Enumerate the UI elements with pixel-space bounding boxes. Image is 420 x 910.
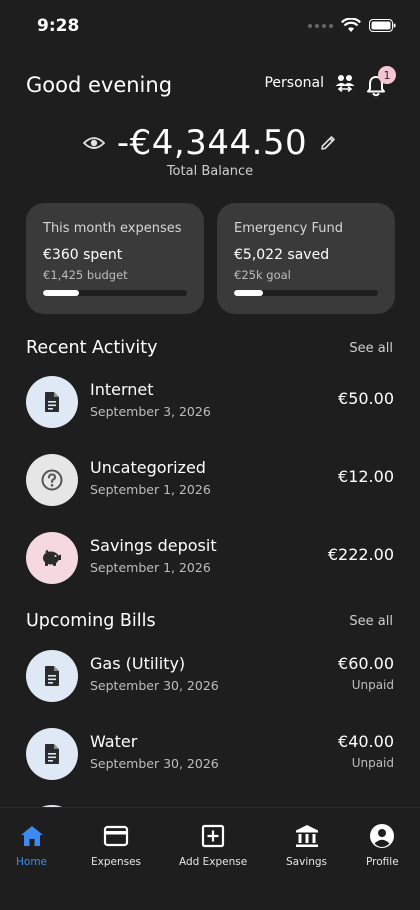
nav-label: Add Expense — [179, 856, 248, 868]
card-subtitle: €1,425 budget — [43, 268, 128, 282]
status-icons — [308, 18, 396, 33]
activity-row-internet[interactable]: Internet September 3, 2026 €50.00 — [0, 372, 420, 432]
workspace-label: Personal — [264, 75, 324, 91]
home-icon — [20, 826, 43, 846]
credit-card-icon — [103, 825, 129, 847]
nav-label: Expenses — [91, 856, 142, 868]
status-bar: 9:28 — [0, 0, 420, 54]
status-time: 9:28 — [37, 16, 80, 36]
expenses-card[interactable]: This month expenses €360 spent €1,425 bu… — [26, 203, 204, 314]
cellular-signal-icon — [308, 23, 333, 28]
card-title: Emergency Fund — [234, 221, 343, 236]
switch-account-icon — [335, 75, 355, 92]
row-amount: €222.00 — [327, 545, 394, 564]
question-icon — [41, 469, 63, 491]
bills-see-all-link[interactable]: See all — [349, 614, 393, 629]
notification-badge: 1 — [378, 66, 396, 84]
add-box-icon — [202, 824, 225, 848]
category-icon-wrap — [26, 376, 78, 428]
nav-profile[interactable]: Profile — [366, 822, 399, 868]
row-amount: €12.00 — [338, 467, 394, 486]
bill-status: Unpaid — [351, 678, 394, 692]
activity-row-savings-deposit[interactable]: Savings deposit September 1, 2026 €222.0… — [0, 528, 420, 588]
row-title: Internet — [90, 380, 154, 399]
card-value: €360 spent — [43, 247, 123, 263]
activity-row-uncategorized[interactable]: Uncategorized September 1, 2026 €12.00 — [0, 450, 420, 510]
progress-fill — [43, 290, 79, 296]
card-subtitle: €25k goal — [234, 268, 291, 282]
account-icon — [370, 824, 395, 848]
row-title: Gas (Utility) — [90, 654, 186, 673]
category-icon-wrap — [26, 728, 78, 780]
row-date: September 1, 2026 — [90, 560, 211, 575]
document-icon — [45, 392, 59, 412]
total-balance-amount: -€4,344.50 — [116, 123, 308, 163]
progress-bar — [234, 290, 378, 296]
nav-expenses[interactable]: Expenses — [91, 822, 141, 868]
greeting: Good evening — [26, 73, 173, 97]
document-icon — [45, 666, 59, 686]
row-date: September 30, 2026 — [90, 756, 219, 771]
balance-row: -€4,344.50 — [0, 120, 420, 166]
nav-label: Home — [16, 856, 48, 868]
row-date: September 30, 2026 — [90, 678, 219, 693]
card-title: This month expenses — [43, 221, 182, 236]
document-icon — [45, 744, 59, 764]
emergency-fund-card[interactable]: Emergency Fund €5,022 saved €25k goal — [217, 203, 395, 314]
category-icon-wrap — [26, 454, 78, 506]
bill-row-water[interactable]: Water September 30, 2026 €40.00 Unpaid — [0, 724, 420, 784]
bill-row-gas[interactable]: Gas (Utility) September 30, 2026 €60.00 … — [0, 646, 420, 706]
category-icon-wrap — [26, 650, 78, 702]
recent-activity-title: Recent Activity — [26, 338, 158, 358]
row-title: Water — [90, 732, 138, 751]
upcoming-bills-title: Upcoming Bills — [26, 611, 156, 631]
wifi-icon — [341, 18, 361, 32]
row-title: Uncategorized — [90, 458, 206, 477]
row-amount: €60.00 — [338, 654, 394, 673]
bank-icon — [295, 825, 318, 847]
piggy-bank-icon — [43, 549, 61, 566]
notifications-button[interactable]: 1 — [364, 66, 396, 100]
nav-add-expense[interactable]: Add Expense — [179, 822, 247, 868]
recent-see-all-link[interactable]: See all — [349, 341, 393, 356]
progress-bar — [43, 290, 187, 296]
row-amount: €40.00 — [338, 732, 394, 751]
nav-home[interactable]: Home — [16, 822, 47, 868]
row-date: September 3, 2026 — [90, 404, 211, 419]
edit-pencil-icon[interactable] — [319, 134, 337, 152]
eye-icon[interactable] — [82, 135, 105, 151]
header: Good evening Personal 1 — [26, 66, 396, 102]
progress-fill — [234, 290, 263, 296]
card-value: €5,022 saved — [234, 247, 330, 263]
battery-icon — [369, 19, 396, 32]
row-title: Savings deposit — [90, 536, 217, 555]
bottom-navigation: Home Expenses Add Expense Savings Profil… — [0, 807, 420, 910]
nav-label: Profile — [366, 856, 399, 868]
total-balance-caption: Total Balance — [166, 164, 254, 179]
nav-savings[interactable]: Savings — [286, 822, 327, 868]
workspace-switcher[interactable]: Personal — [264, 72, 356, 94]
row-amount: €50.00 — [338, 389, 394, 408]
row-date: September 1, 2026 — [90, 482, 211, 497]
bill-status: Unpaid — [351, 756, 394, 770]
category-icon-wrap — [26, 532, 78, 584]
nav-label: Savings — [286, 856, 328, 868]
